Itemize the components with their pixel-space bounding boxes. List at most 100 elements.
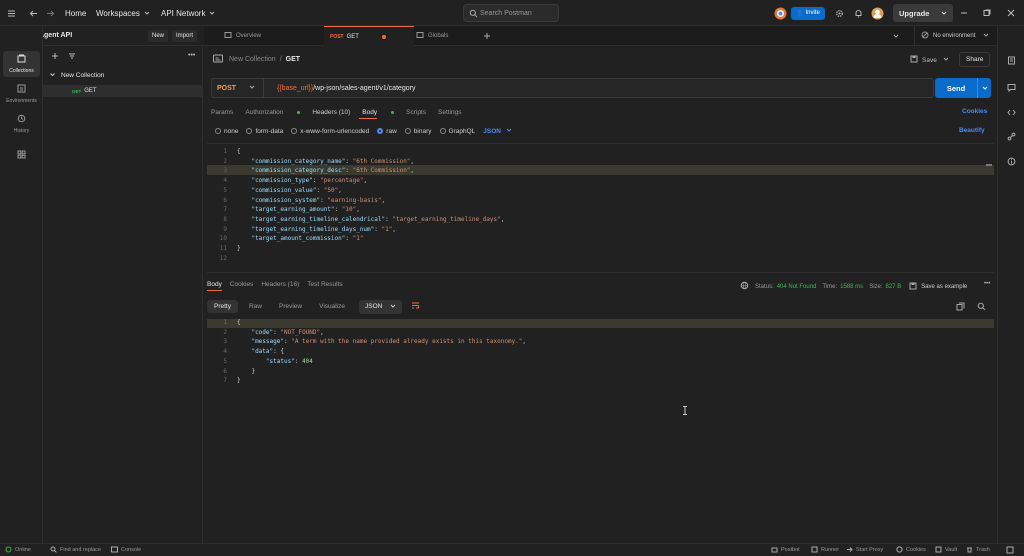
info-icon[interactable]: [1007, 157, 1016, 168]
rail-history[interactable]: History: [3, 111, 40, 137]
add-collection-icon[interactable]: [51, 52, 59, 62]
documentation-icon[interactable]: [1007, 56, 1016, 67]
code-line: "message": "A term with the name provide…: [251, 338, 527, 346]
radio-binary[interactable]: binary: [404, 128, 432, 135]
comments-icon[interactable]: [1007, 83, 1016, 94]
method-selector[interactable]: POST: [212, 79, 264, 97]
trash-button[interactable]: Trash: [966, 544, 990, 556]
view-visualize[interactable]: Visualize: [313, 300, 351, 313]
save-button[interactable]: Save: [910, 55, 949, 65]
copy-icon[interactable]: [956, 302, 965, 313]
radio-raw[interactable]: raw: [377, 128, 397, 135]
time-value[interactable]: 1588 ms: [840, 284, 863, 290]
nav-workspaces[interactable]: Workspaces: [96, 0, 150, 26]
rail-apps[interactable]: [3, 142, 40, 168]
tab-params[interactable]: Params: [211, 109, 233, 116]
save-example-icon: [909, 282, 917, 292]
runner-button[interactable]: Runner: [811, 544, 839, 556]
user-avatar-small[interactable]: [774, 0, 787, 26]
view-preview[interactable]: Preview: [273, 300, 308, 313]
nav-home[interactable]: Home: [65, 0, 86, 26]
response-body-viewer[interactable]: 1 {2 "code": "NOT_FOUND", 3 "message": "A …: [207, 317, 994, 397]
code-snippet-icon[interactable]: [1007, 108, 1016, 119]
new-tab-icon[interactable]: [483, 26, 491, 46]
tab-response-cookies[interactable]: Cookies: [230, 281, 253, 288]
wrap-lines-icon[interactable]: [408, 299, 423, 314]
save-as-example-button[interactable]: Save as example: [921, 284, 967, 290]
environment-selector[interactable]: No environment: [914, 26, 999, 46]
url-input[interactable]: {{base_url}} /wp-json/sales-agent/v1/cat…: [264, 85, 416, 92]
language-selector[interactable]: JSON: [483, 127, 512, 135]
new-button[interactable]: New: [148, 30, 169, 42]
request-item[interactable]: GET GET: [43, 85, 202, 97]
tab-active-request[interactable]: POST GET: [324, 26, 414, 46]
breadcrumb-parent[interactable]: New Collection: [229, 56, 276, 63]
search-input[interactable]: Search Postman: [463, 4, 559, 22]
back-arrow-icon[interactable]: [29, 0, 38, 26]
search-icon: [50, 546, 57, 555]
tab-globals[interactable]: Globals: [416, 26, 466, 46]
vault-button[interactable]: Vault: [935, 544, 957, 556]
upgrade-button[interactable]: Upgrade: [893, 0, 954, 26]
network-globe-icon[interactable]: [740, 281, 749, 292]
collection-item[interactable]: New Collection: [49, 71, 104, 80]
help-icon[interactable]: [1006, 544, 1014, 556]
online-status[interactable]: Online: [5, 544, 31, 556]
rail-environments[interactable]: Environments: [3, 81, 40, 107]
line-number: 11: [219, 245, 227, 252]
tab-test-results[interactable]: Test Results: [307, 281, 342, 288]
code-line: "status": 404: [265, 357, 313, 365]
more-options-icon[interactable]: •••: [188, 52, 195, 59]
request-tabs: Overview POST GET Globals No environment: [204, 26, 1024, 46]
radio-urlencoded[interactable]: x-www-form-urlencoded: [291, 128, 369, 135]
postbot-button[interactable]: Postbot: [771, 544, 800, 556]
more-options-icon[interactable]: •••: [984, 281, 990, 287]
format-selector[interactable]: JSON: [359, 299, 403, 314]
find-replace-button[interactable]: Find and replace: [50, 544, 101, 556]
tab-authorization[interactable]: Authorization: [245, 109, 301, 116]
radio-graphql[interactable]: GraphQL: [439, 128, 475, 135]
share-button[interactable]: Share: [959, 52, 991, 67]
cookies-link[interactable]: Cookies: [962, 108, 987, 115]
beautify-button[interactable]: Beautify: [959, 127, 985, 134]
cookies-button[interactable]: Cookies: [896, 544, 926, 556]
view-pretty[interactable]: Pretty: [207, 300, 238, 313]
request-body-editor[interactable]: 1 {2 "commission_category_name": "6th Com…: [207, 143, 994, 273]
breadcrumb-current[interactable]: GET: [286, 56, 300, 63]
maximize-icon[interactable]: [983, 0, 991, 26]
minimize-icon[interactable]: [960, 0, 968, 26]
tab-body[interactable]: Body: [362, 109, 395, 116]
import-button[interactable]: Import: [172, 30, 198, 42]
invite-button[interactable]: 👤 Invite: [791, 0, 825, 26]
console-button[interactable]: Console: [111, 544, 141, 556]
nav-api-network[interactable]: API Network: [161, 0, 215, 26]
forward-arrow-icon[interactable]: [46, 0, 55, 26]
menu-icon[interactable]: [7, 0, 16, 26]
notifications-bell-icon[interactable]: [854, 0, 863, 26]
radio-form-data[interactable]: form-data: [246, 128, 283, 135]
send-button[interactable]: Send: [935, 78, 991, 98]
tab-headers[interactable]: Headers (10): [312, 109, 350, 116]
close-window-icon[interactable]: [1007, 0, 1015, 26]
tab-response-body[interactable]: Body: [207, 281, 222, 288]
tab-settings[interactable]: Settings: [438, 109, 462, 116]
tab-response-headers[interactable]: Headers (16): [261, 281, 299, 288]
search-icon[interactable]: [977, 302, 986, 313]
view-raw[interactable]: Raw: [243, 300, 268, 313]
radio-none[interactable]: none: [215, 128, 238, 135]
code-line: }: [237, 245, 241, 252]
line-number: 6: [223, 367, 227, 375]
related-collections-icon[interactable]: [1007, 132, 1016, 143]
filter-icon[interactable]: [68, 52, 76, 62]
chevron-down-icon: [209, 10, 215, 16]
tab-overview[interactable]: Overview: [224, 26, 319, 46]
chevron-down-icon[interactable]: [977, 78, 988, 98]
settings-gear-icon[interactable]: [835, 0, 844, 26]
size-value[interactable]: 827 B: [886, 284, 902, 290]
rail-collections[interactable]: Collections: [3, 51, 40, 77]
tab-scripts[interactable]: Scripts: [406, 109, 426, 116]
profile-avatar[interactable]: [871, 0, 884, 26]
start-proxy-button[interactable]: Start Proxy: [846, 544, 883, 556]
status-value[interactable]: 404 Not Found: [777, 284, 817, 290]
tabs-dropdown-icon[interactable]: [893, 26, 899, 46]
